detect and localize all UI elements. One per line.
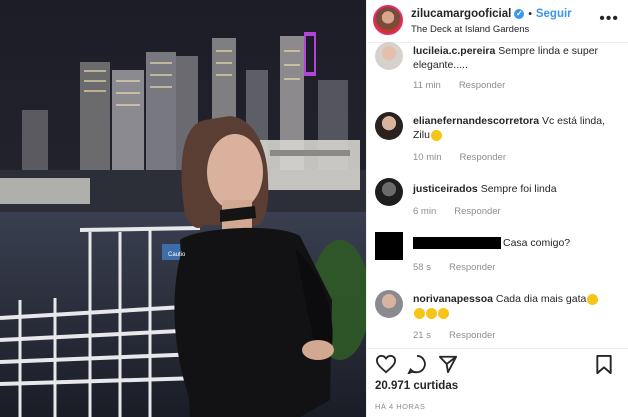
commenter-avatar[interactable] [375, 178, 403, 206]
comment-text-block: lucileia.c.pereira Sempre linda e super … [413, 44, 619, 72]
redacted-username [413, 237, 501, 250]
post-timestamp[interactable]: HÁ 4 HORAS [375, 402, 425, 411]
separator-dot: • [528, 9, 532, 20]
comment-time: 11 min [413, 80, 441, 91]
commenter-avatar[interactable] [375, 112, 403, 140]
author-username[interactable]: zilucamargooficial [411, 8, 511, 20]
commenter-avatar[interactable] [375, 42, 403, 70]
heart-icon[interactable] [375, 354, 397, 374]
comment-icon[interactable] [407, 354, 427, 374]
emoji-icon [426, 307, 437, 319]
comment-meta: 21 s Responder [413, 330, 495, 341]
comment-time: 10 min [413, 152, 442, 163]
sign-text: Cautio [168, 252, 186, 258]
comment-text: Sempre foi linda [480, 183, 557, 195]
comment-meta: 11 min Responder [413, 80, 505, 91]
commenter-avatar[interactable] [375, 290, 403, 318]
post-header: zilucamargooficial ✓ • Seguir The Deck at I… [367, 0, 628, 43]
bookmark-icon[interactable] [595, 354, 613, 375]
comment-username[interactable]: justiceirados [413, 183, 478, 195]
comment-time: 21 s [413, 330, 431, 341]
comments-list[interactable]: lucileia.c.pereira Sempre linda e super … [367, 42, 628, 347]
comment-text: Cada dia mais gata [495, 293, 587, 305]
comment-meta: 58 s Responder [413, 262, 495, 273]
post-photo[interactable]: Cautio [0, 0, 366, 417]
comment-text-block: norivanapessoa Cada dia mais gata [413, 292, 619, 320]
reply-link[interactable]: Responder [459, 80, 505, 91]
comment-username[interactable]: lucileia.c.pereira [413, 45, 495, 57]
post-side-panel: zilucamargooficial ✓ • Seguir The Deck at I… [366, 0, 628, 417]
comment-meta: 10 min Responder [413, 152, 506, 163]
emoji-icon [414, 307, 425, 319]
comment-time: 58 s [413, 262, 431, 273]
author-avatar[interactable] [373, 5, 403, 35]
reply-link[interactable]: Responder [454, 206, 500, 217]
redacted-avatar [375, 232, 403, 260]
comment-meta: 6 min Responder [413, 206, 501, 217]
reply-link[interactable]: Responder [449, 262, 495, 273]
verified-badge-icon: ✓ [514, 8, 525, 19]
emoji-icon [587, 293, 599, 305]
comment-time: 6 min [413, 206, 437, 217]
post-location[interactable]: The Deck at Island Gardens [411, 24, 529, 35]
likes-count[interactable]: 20.971 curtidas [375, 380, 458, 392]
comment-username[interactable]: elianefernandescorretora [413, 115, 539, 127]
comment-text-block: justiceirados Sempre foi linda [413, 182, 619, 196]
post-actions-bar [367, 348, 628, 379]
author-line: zilucamargooficial ✓ • Seguir [411, 8, 572, 20]
comment-text-block: elianefernandescorretora Vc está linda, … [413, 114, 619, 142]
comment-text: Casa comigo? [503, 237, 571, 249]
share-icon[interactable] [438, 354, 458, 374]
heart-eyes-emoji-icon [430, 129, 442, 141]
reply-link[interactable]: Responder [460, 152, 506, 163]
night-city-photo: Cautio [0, 0, 366, 417]
reply-link[interactable]: Responder [449, 330, 495, 341]
comment-username[interactable]: norivanapessoa [413, 293, 493, 305]
emoji-icon [438, 307, 449, 319]
follow-button[interactable]: Seguir [536, 8, 572, 20]
comment-text-block: Casa comigo? [413, 236, 619, 250]
more-options-icon[interactable]: ••• [599, 10, 619, 28]
